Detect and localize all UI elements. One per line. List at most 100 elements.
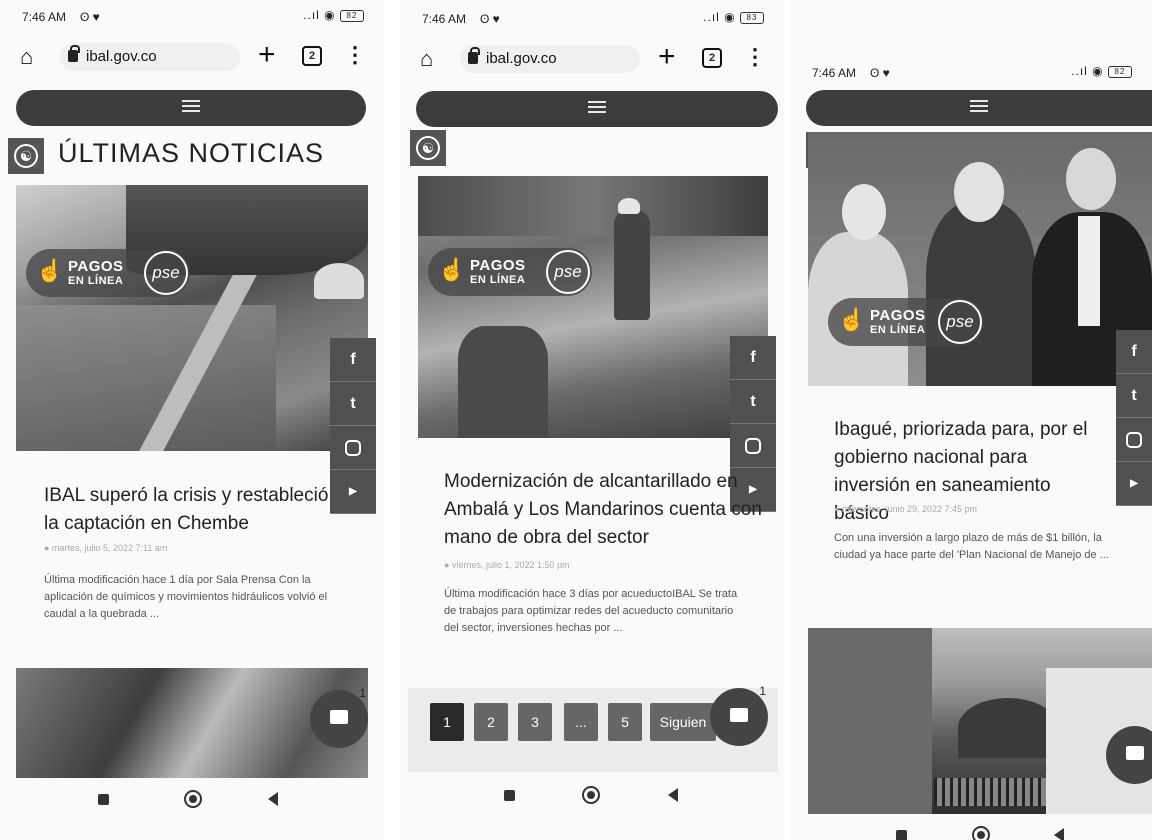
android-nav-bar xyxy=(790,824,1152,840)
twitter-icon[interactable]: t xyxy=(330,382,376,426)
status-bar: 7:46 AM ʘ ♥ ..ıl ◉ 82 xyxy=(812,64,1132,84)
page-2-button[interactable]: 2 xyxy=(474,703,508,741)
pagos-en-linea-banner[interactable]: ☝ PAGOS EN LÍNEA pse xyxy=(26,249,190,297)
pagos-en-linea-banner[interactable]: ☝ PAGOS EN LÍNEA pse xyxy=(428,248,592,296)
hamburger-menu-icon[interactable] xyxy=(970,100,988,116)
article-headline[interactable]: IBAL superó la crisis y restableció la c… xyxy=(44,482,334,538)
chat-icon xyxy=(730,708,748,722)
article-image-water-plant[interactable] xyxy=(16,185,368,451)
status-notification-icons: ʘ ♥ xyxy=(480,12,500,26)
status-right: ..ıl ◉ 82 xyxy=(1071,64,1132,78)
url-text: ibal.gov.co xyxy=(86,48,157,65)
recents-icon[interactable] xyxy=(98,794,109,805)
article-excerpt: Última modificación hace 1 día por Sala … xyxy=(44,574,328,620)
status-time: 7:46 AM xyxy=(422,12,467,26)
browser-toolbar: ⌂ ibal.gov.co + 2 ⋮ xyxy=(400,38,784,82)
recents-icon[interactable] xyxy=(504,790,515,801)
site-nav-bar[interactable] xyxy=(16,90,366,126)
status-notification-icons: ʘ ♥ xyxy=(870,66,890,80)
article-excerpt: Última modificación hace 3 días por acue… xyxy=(444,588,738,634)
social-sidebar: f t ▶ xyxy=(1116,330,1152,506)
tab-switcher-button[interactable]: 2 xyxy=(302,46,322,66)
site-nav-bar[interactable] xyxy=(416,91,778,127)
article-image-sewer-works[interactable] xyxy=(418,176,768,438)
pse-logo: pse xyxy=(546,250,590,294)
chat-badge: 1 xyxy=(359,686,366,700)
section-title: ÚLTIMAS NOTICIAS xyxy=(58,138,325,168)
pse-logo: pse xyxy=(938,300,982,344)
twitter-icon[interactable]: t xyxy=(1116,374,1152,418)
status-time: 7:46 AM xyxy=(22,10,67,24)
home-nav-icon[interactable] xyxy=(972,826,990,840)
lock-icon xyxy=(468,47,480,64)
page-ellipsis: ... xyxy=(564,703,598,741)
back-icon[interactable] xyxy=(268,792,278,806)
android-nav-bar xyxy=(0,788,384,812)
accessibility-icon[interactable]: ☯ xyxy=(410,130,446,166)
android-nav-bar xyxy=(400,784,784,808)
page-1-button[interactable]: 1 xyxy=(430,703,464,741)
lock-icon xyxy=(68,45,80,62)
status-bar: 7:46 AM ʘ ♥ ..ıl ◉ 83 xyxy=(422,10,764,30)
pagos-label: PAGOS xyxy=(470,257,526,274)
facebook-icon[interactable]: f xyxy=(730,336,776,380)
back-icon[interactable] xyxy=(1054,828,1064,840)
battery-icon: 82 xyxy=(1108,65,1132,78)
battery-icon: 83 xyxy=(740,11,764,24)
home-nav-icon[interactable] xyxy=(184,790,202,808)
instagram-icon[interactable] xyxy=(1116,418,1152,462)
article-image-officials[interactable] xyxy=(808,132,1152,386)
page-3-button[interactable]: 3 xyxy=(518,703,552,741)
new-tab-button[interactable]: + xyxy=(658,40,676,74)
touch-hand-icon: ☝ xyxy=(438,257,466,282)
tab-switcher-button[interactable]: 2 xyxy=(702,48,722,68)
status-notification-icons: ʘ ♥ xyxy=(80,10,100,24)
instagram-icon[interactable] xyxy=(730,424,776,468)
signal-icon: ..ıl ◉ xyxy=(303,8,336,22)
article-image-next[interactable] xyxy=(808,628,1152,814)
pse-logo: pse xyxy=(144,251,188,295)
chat-icon xyxy=(330,710,348,724)
youtube-icon[interactable]: ▶ xyxy=(1116,462,1152,506)
facebook-icon[interactable]: f xyxy=(330,338,376,382)
youtube-icon[interactable]: ▶ xyxy=(330,470,376,514)
page-5-button[interactable]: 5 xyxy=(608,703,642,741)
article-headline[interactable]: Modernización de alcantarillado en Ambal… xyxy=(444,468,762,552)
recents-icon[interactable] xyxy=(896,830,907,840)
browser-toolbar: ⌂ ibal.gov.co + 2 ⋮ xyxy=(0,36,384,80)
url-bar[interactable]: ibal.gov.co xyxy=(460,45,640,73)
status-right: ..ıl ◉ 82 xyxy=(303,8,364,22)
chat-button[interactable]: 1 xyxy=(310,686,368,748)
url-text: ibal.gov.co xyxy=(486,50,557,67)
social-sidebar: f t ▶ xyxy=(330,338,376,514)
chat-button[interactable]: 1 xyxy=(710,684,768,746)
home-icon[interactable]: ⌂ xyxy=(20,44,33,70)
hamburger-menu-icon[interactable] xyxy=(588,101,606,117)
article-excerpt: Con una inversión a largo plazo de más d… xyxy=(834,532,1109,561)
touch-hand-icon: ☝ xyxy=(36,258,64,283)
en-linea-label: EN LÍNEA xyxy=(470,274,526,286)
battery-icon: 82 xyxy=(340,9,364,22)
next-page-button[interactable]: Siguien xyxy=(650,703,716,741)
home-nav-icon[interactable] xyxy=(582,786,600,804)
phone-screen-3: 7:46 AM ʘ ♥ ..ıl ◉ 82 ☯ ☝ PAGOS EN LÍNEA… xyxy=(790,0,1152,840)
new-tab-button[interactable]: + xyxy=(258,38,276,72)
chat-icon xyxy=(1126,746,1144,760)
pagos-label: PAGOS xyxy=(68,258,124,275)
article-meta: ● miércoles, junio 29, 2022 7:45 pm xyxy=(834,504,978,514)
accessibility-icon[interactable]: ☯ xyxy=(8,138,44,174)
home-icon[interactable]: ⌂ xyxy=(420,46,433,72)
touch-hand-icon: ☝ xyxy=(838,307,866,332)
site-nav-bar[interactable] xyxy=(806,90,1152,126)
back-icon[interactable] xyxy=(668,788,678,802)
browser-menu-button[interactable]: ⋮ xyxy=(344,42,366,68)
facebook-icon[interactable]: f xyxy=(1116,330,1152,374)
twitter-icon[interactable]: t xyxy=(730,380,776,424)
hamburger-menu-icon[interactable] xyxy=(182,100,200,116)
browser-menu-button[interactable]: ⋮ xyxy=(744,44,766,70)
pagos-en-linea-banner[interactable]: ☝ PAGOS EN LÍNEA pse xyxy=(828,298,984,346)
status-bar: 7:46 AM ʘ ♥ ..ıl ◉ 82 xyxy=(22,8,364,28)
instagram-icon[interactable] xyxy=(330,426,376,470)
en-linea-label: EN LÍNEA xyxy=(68,275,124,287)
url-bar[interactable]: ibal.gov.co xyxy=(60,43,240,71)
